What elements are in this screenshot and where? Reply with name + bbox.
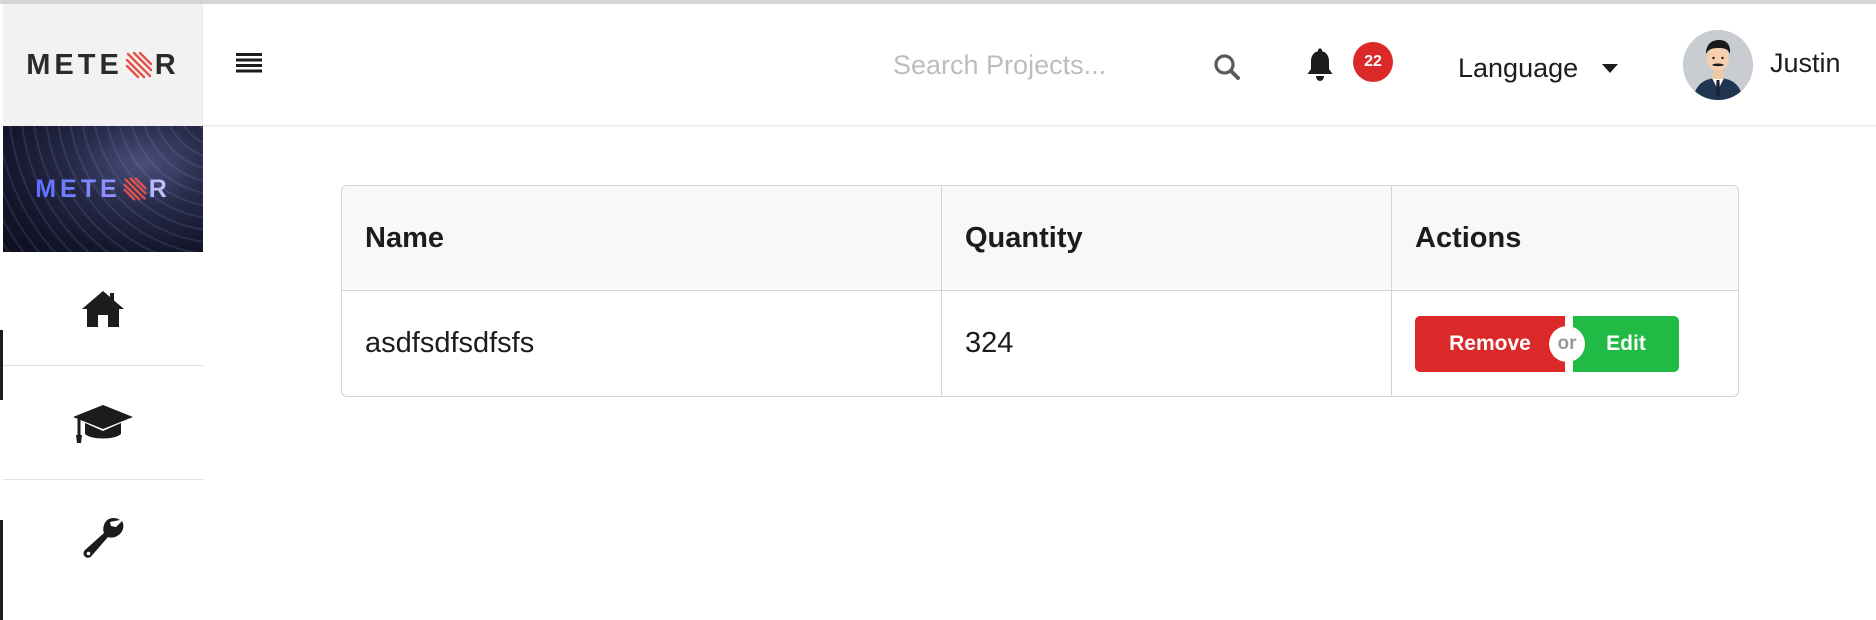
sidebar-item-courses[interactable] (3, 366, 203, 480)
search-input[interactable] (883, 40, 1253, 90)
sidebar: METE R METE R (3, 4, 203, 620)
bell-icon[interactable] (1305, 48, 1335, 82)
logo-text-left: METE (26, 48, 123, 81)
banner-text-right: R (148, 174, 171, 203)
app-logo[interactable]: METE R (3, 4, 203, 126)
column-header-name[interactable]: Name (342, 186, 942, 290)
list-icon[interactable] (235, 50, 263, 78)
search-icon[interactable] (1213, 53, 1241, 81)
or-divider: or (1549, 325, 1585, 362)
language-label: Language (1458, 52, 1579, 83)
banner-text-left: METE (35, 174, 121, 203)
graduation-cap-icon (71, 401, 135, 445)
table-row: asdfsdfsdfsfs 324 Remove or Edit (342, 291, 1738, 396)
meteor-logo-icon (124, 50, 154, 80)
avatar[interactable] (1683, 30, 1753, 100)
search-box (883, 40, 1253, 90)
cell-quantity: 324 (942, 291, 1392, 396)
column-header-actions: Actions (1415, 221, 1522, 254)
meteor-logo-icon (122, 176, 148, 202)
action-button-group: Remove or Edit (1415, 315, 1679, 372)
column-header-quantity[interactable]: Quantity (942, 186, 1392, 290)
language-dropdown[interactable]: Language (1458, 48, 1619, 88)
edit-button[interactable]: Edit (1573, 315, 1679, 372)
caret-down-icon (1602, 63, 1619, 73)
cell-name: asdfsdfsdfsfs (342, 291, 942, 396)
notification-count-badge[interactable]: 22 (1353, 42, 1393, 82)
items-table: Name Quantity Actions asdfsdfsdfsfs 324 … (341, 185, 1739, 397)
wrench-icon (80, 514, 126, 560)
user-name[interactable]: Justin (1770, 48, 1841, 79)
logo-text-right: R (154, 48, 180, 81)
top-header: 22 Language Justin (203, 4, 1876, 126)
cell-actions: Remove or Edit (1392, 291, 1738, 396)
remove-button[interactable]: Remove (1415, 315, 1565, 372)
sidebar-item-home[interactable] (3, 252, 203, 366)
home-icon (80, 289, 126, 329)
sidebar-banner: METE R (3, 126, 203, 252)
table-header-row: Name Quantity Actions (342, 186, 1738, 291)
sidebar-item-tools[interactable] (3, 480, 203, 594)
